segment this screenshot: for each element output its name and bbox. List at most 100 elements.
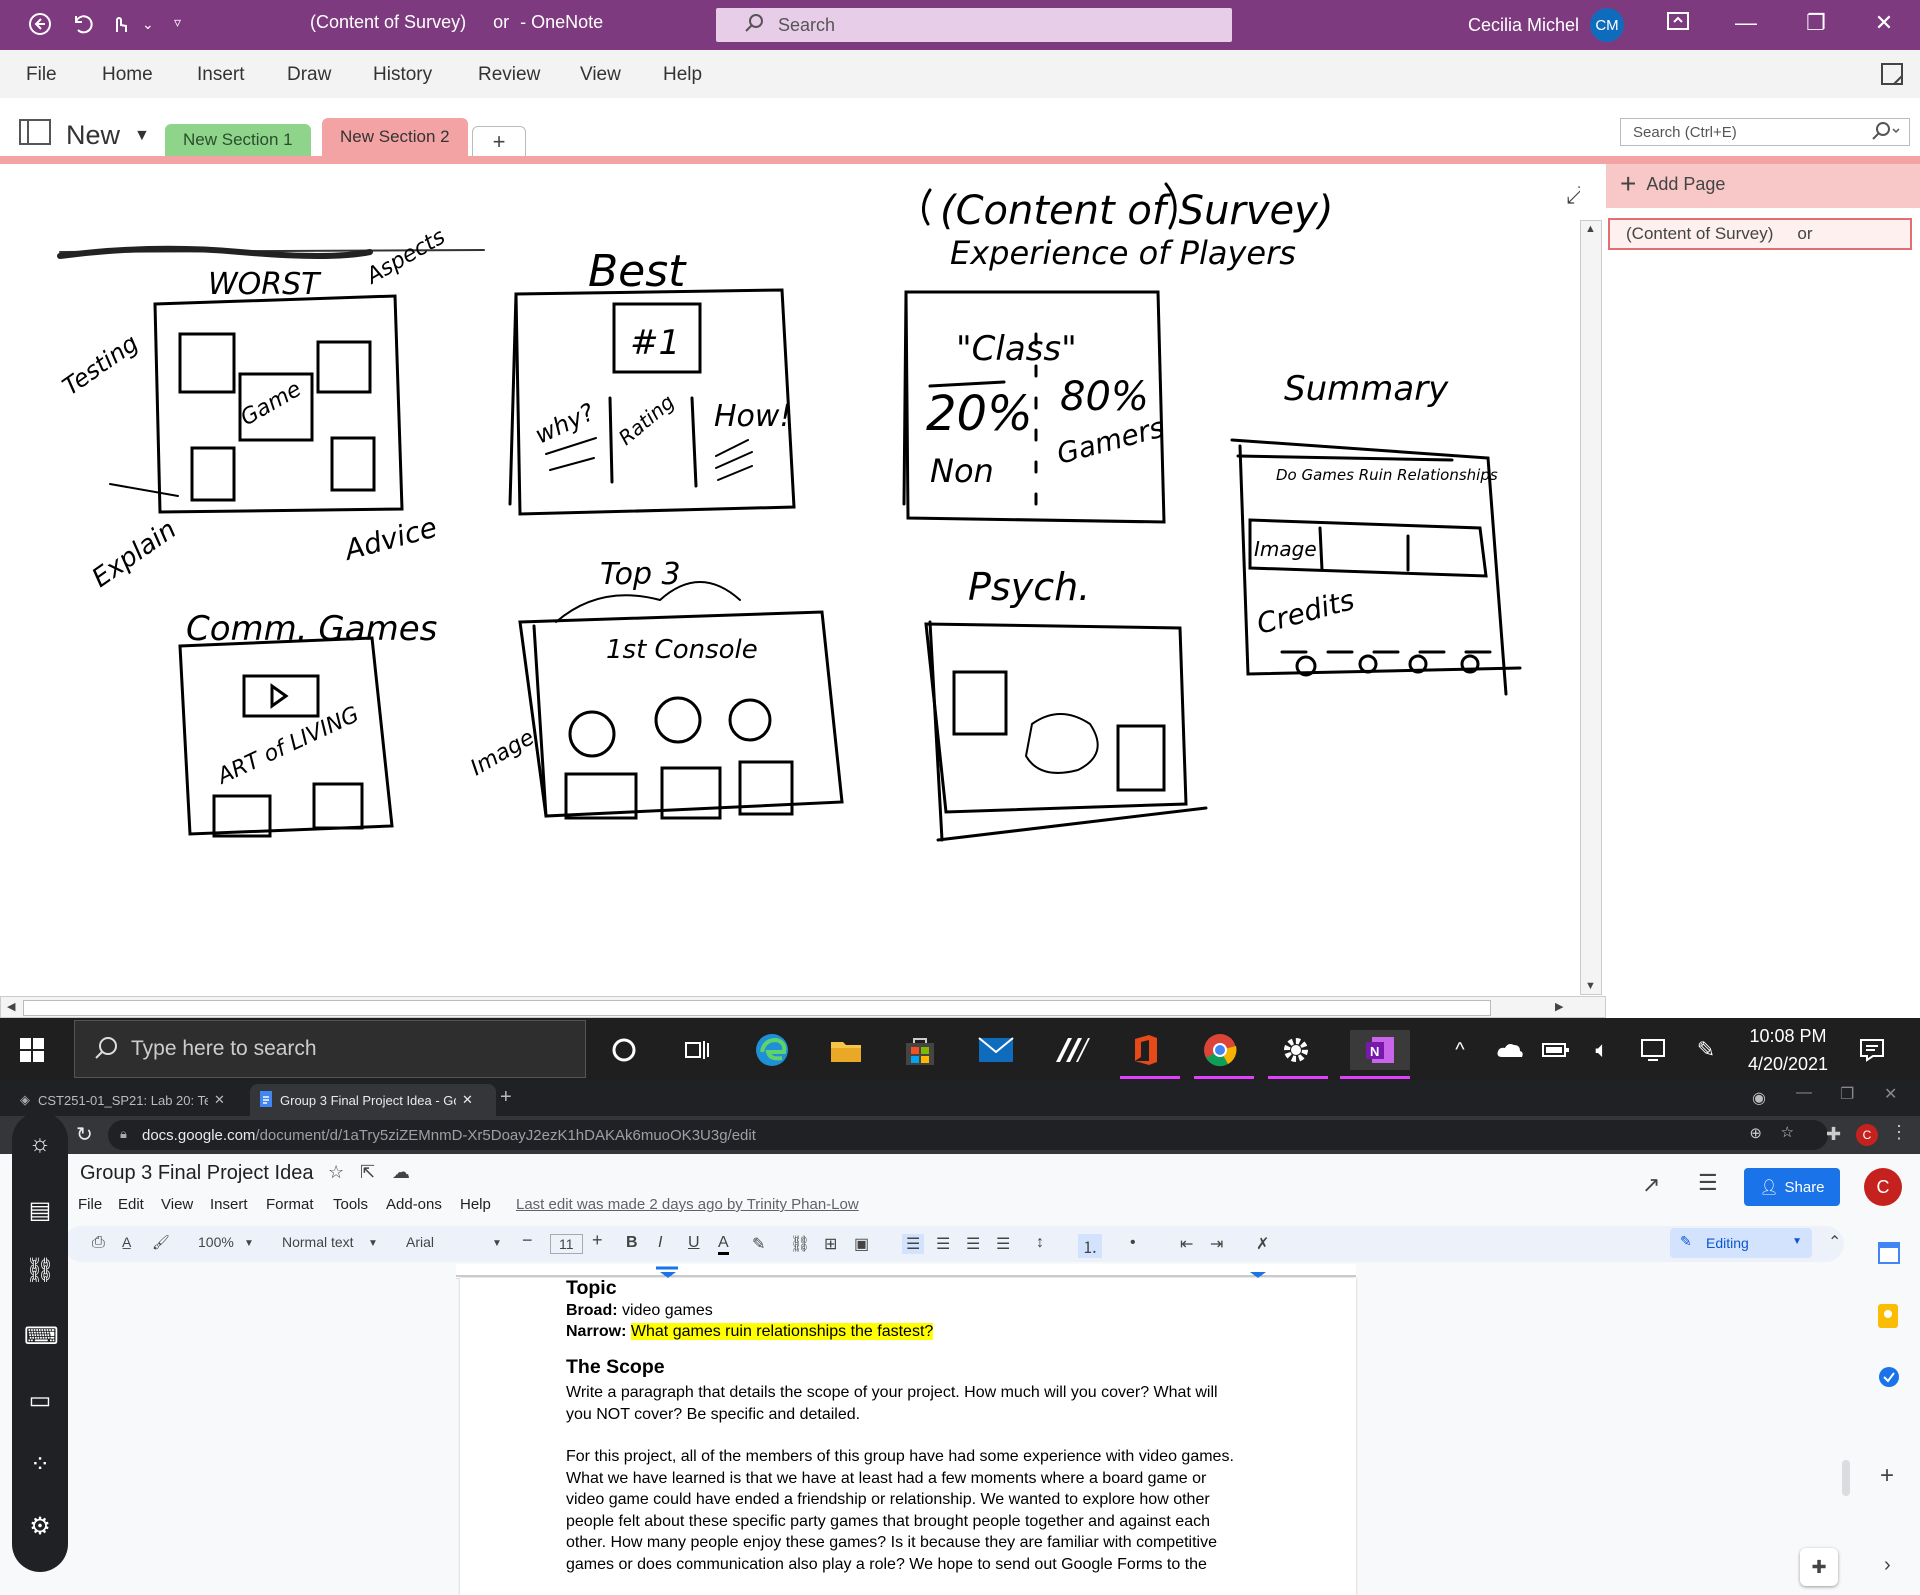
align-left-icon[interactable]: ☰ (902, 1234, 925, 1254)
line-spacing-icon[interactable]: ↕ (1036, 1234, 1044, 1252)
image-icon[interactable]: ▣ (854, 1234, 869, 1254)
section-tab-2[interactable]: New Section 2 (322, 118, 468, 156)
doc-title[interactable]: Group 3 Final Project Idea (80, 1162, 313, 1185)
scroll-up-icon[interactable]: ▲ (1585, 223, 1596, 235)
last-edit-link[interactable]: Last edit was made 2 days ago by Trinity… (516, 1196, 859, 1213)
paint-format-icon[interactable]: 🖌︎ (152, 1234, 170, 1251)
doc-body[interactable]: Topic Broad: video games Narrow: What ga… (566, 1277, 1246, 1575)
chrome-menu-icon[interactable]: ⋮ (1890, 1122, 1908, 1143)
decrease-font-icon[interactable]: − (522, 1230, 533, 1251)
horizontal-scroll-thumb[interactable] (23, 1000, 1491, 1016)
onenote-taskbar-icon[interactable]: N (1350, 1030, 1410, 1070)
menu-insert[interactable]: Insert (197, 64, 245, 86)
activity-icon[interactable]: ↗ (1642, 1172, 1660, 1198)
network-icon[interactable] (1632, 1030, 1672, 1070)
docs-menu-tools[interactable]: Tools (333, 1196, 368, 1213)
text-color-icon[interactable]: A (718, 1234, 729, 1255)
underline-icon[interactable]: U (688, 1234, 700, 1252)
add-page-button[interactable]: + Add Page (1620, 168, 1725, 200)
settings-icon[interactable] (1276, 1030, 1316, 1070)
chevron-down-icon[interactable]: ▼ (244, 1238, 254, 1249)
mail-icon[interactable] (976, 1030, 1016, 1070)
keep-icon[interactable] (1878, 1304, 1898, 1333)
clock-time[interactable]: 10:08 PM (1748, 1026, 1828, 1047)
vertical-scrollbar[interactable]: ▲ ▼ (1580, 220, 1602, 995)
menu-history[interactable]: History (373, 64, 432, 86)
scroll-left-icon[interactable]: ◀ (7, 1000, 15, 1013)
comments-icon[interactable]: ☰ (1698, 1170, 1718, 1196)
cloud-icon[interactable]: ☁︎ (392, 1162, 410, 1183)
style-select[interactable]: Normal text (282, 1234, 354, 1250)
avatar[interactable]: C (1864, 1168, 1902, 1206)
menu-view[interactable]: View (580, 64, 621, 86)
brightness-icon[interactable]: ☼ (24, 1130, 56, 1158)
cortana-icon[interactable] (604, 1030, 644, 1070)
calendar-icon[interactable] (1878, 1242, 1900, 1269)
page-list-item[interactable]: (Content of Survey) or (1608, 218, 1912, 250)
ribbon-display-icon[interactable] (1658, 10, 1698, 40)
extensions-icon[interactable]: ✚ (1826, 1124, 1841, 1145)
zoom-select[interactable]: 100% (198, 1234, 234, 1250)
docs-menu-addons[interactable]: Add-ons (386, 1196, 442, 1213)
clear-formatting-icon[interactable]: ✗ (1256, 1234, 1269, 1254)
tasks-icon[interactable] (1878, 1366, 1900, 1393)
office-icon[interactable] (1126, 1030, 1166, 1070)
spellcheck-icon[interactable]: A̲ (122, 1234, 131, 1250)
bold-icon[interactable]: B (626, 1234, 638, 1252)
minimize-icon[interactable]: — (1726, 10, 1766, 40)
undo-icon[interactable] (70, 12, 94, 42)
chevron-down-icon[interactable]: ⌄ (142, 16, 154, 33)
clock-date[interactable]: 4/20/2021 (1740, 1054, 1836, 1075)
horizontal-scrollbar[interactable]: ◀ ▶ (0, 996, 1606, 1018)
menu-home[interactable]: Home (102, 64, 153, 86)
bulleted-list-icon[interactable]: • (1130, 1234, 1136, 1252)
task-view-icon[interactable] (676, 1030, 716, 1070)
share-button[interactable]: 👤︎ Share (1744, 1168, 1840, 1206)
new-page-button[interactable]: New ▼ (18, 118, 150, 153)
link-icon[interactable]: ⛓︎ (24, 1256, 56, 1285)
tablet-icon[interactable]: ▤ (24, 1196, 56, 1225)
docs-menu-insert[interactable]: Insert (210, 1196, 248, 1213)
chrome-profile-avatar[interactable]: C (1856, 1124, 1878, 1146)
app-icon[interactable] (1052, 1030, 1092, 1070)
star-icon[interactable]: ☆ (1781, 1123, 1794, 1141)
increase-font-icon[interactable]: + (592, 1230, 603, 1251)
align-center-icon[interactable]: ☰ (936, 1234, 950, 1254)
store-icon[interactable] (900, 1030, 940, 1070)
doc-scroll-thumb[interactable] (1842, 1460, 1850, 1496)
align-right-icon[interactable]: ☰ (966, 1234, 980, 1254)
tab-search-icon[interactable]: ◉ (1752, 1088, 1766, 1108)
docs-menu-format[interactable]: Format (266, 1196, 314, 1213)
settings-icon[interactable]: ⚙︎ (24, 1512, 56, 1541)
onedrive-icon[interactable] (1490, 1030, 1530, 1070)
restore-icon[interactable]: ❐ (1796, 10, 1836, 40)
scroll-right-icon[interactable]: ▶ (1555, 1000, 1563, 1013)
taskbar-search[interactable]: Type here to search (74, 1020, 586, 1078)
battery-icon[interactable] (1536, 1030, 1576, 1070)
show-side-panel-icon[interactable]: › (1884, 1554, 1891, 1577)
close-icon[interactable]: ✕ (1884, 1084, 1897, 1104)
new-tab-icon[interactable]: + (500, 1086, 512, 1109)
restore-icon[interactable]: ❐ (1840, 1084, 1854, 1104)
address-bar[interactable]: 🔒︎ docs.google.com /document/d/1aTry5ziZ… (108, 1120, 1828, 1150)
zoom-icon[interactable]: ⊕ (1749, 1124, 1762, 1142)
title-search-box[interactable]: Search (716, 8, 1232, 42)
increase-indent-icon[interactable]: ⇥ (1210, 1234, 1223, 1254)
apps-icon[interactable]: ⁘ (24, 1450, 56, 1479)
chrome-tab-1[interactable]: ◈ CST251-01_SP21: Lab 20: Team P ✕ (20, 1084, 240, 1116)
docs-menu-file[interactable]: File (78, 1196, 102, 1213)
close-icon[interactable]: ✕ (462, 1092, 473, 1108)
docs-menu-view[interactable]: View (161, 1196, 193, 1213)
menu-file[interactable]: File (26, 64, 57, 86)
numbered-list-icon[interactable]: ⒈ (1078, 1234, 1103, 1258)
star-icon[interactable]: ☆ (328, 1162, 344, 1183)
add-section-button[interactable]: + (472, 126, 526, 157)
menu-help[interactable]: Help (663, 64, 702, 86)
volume-icon[interactable]: 🔈︎ (1582, 1030, 1622, 1070)
comment-icon[interactable]: ⊞ (824, 1234, 837, 1254)
expand-icon[interactable]: ⤢ (1566, 182, 1580, 210)
avatar[interactable]: CM (1590, 8, 1624, 42)
lock-icon[interactable]: 🔒︎ (120, 1126, 127, 1142)
font-select[interactable]: Arial (406, 1234, 434, 1250)
explore-icon[interactable]: ✚ (1800, 1548, 1838, 1586)
